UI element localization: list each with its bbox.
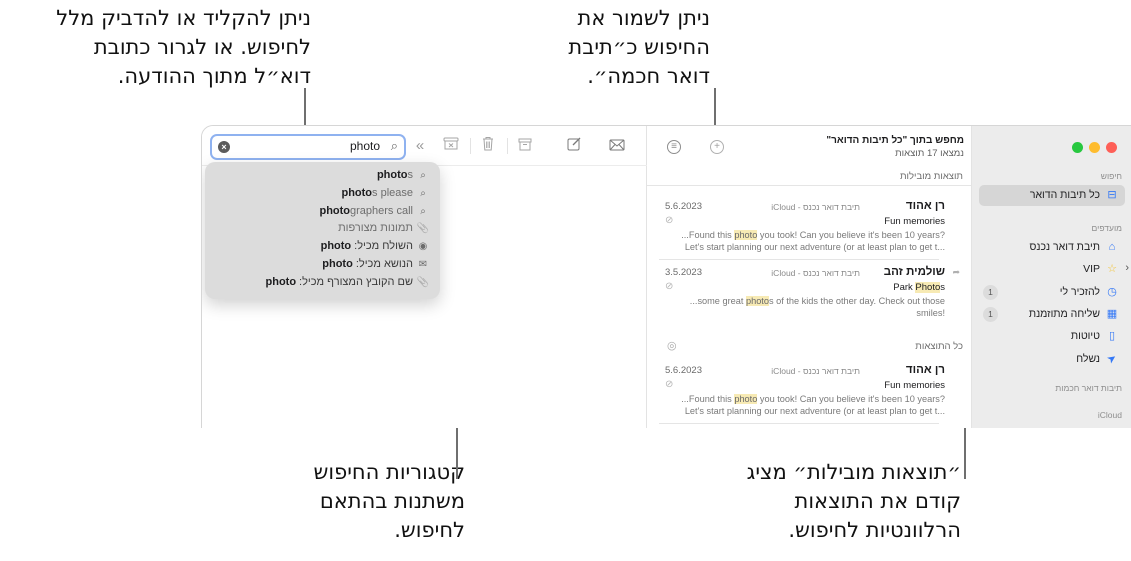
minimize-button[interactable]: [1089, 142, 1100, 153]
attachment-icon: ⊘: [665, 281, 674, 292]
suggestion-item[interactable]: ◉ השולח מכיל: photo: [205, 238, 440, 256]
callout-search-field: ניתן להקליד או להדביק מלל לחיפוש. או לגר…: [56, 6, 311, 88]
sidebar-item-star[interactable]: ☆ VIP ‹: [979, 259, 1129, 280]
count-badge: 1: [983, 306, 998, 322]
archive-icon[interactable]: [517, 136, 533, 156]
chevron-icon[interactable]: ‹: [1125, 262, 1129, 274]
filter-icon[interactable]: ≡: [667, 140, 681, 154]
message-sender: רן אהוד: [905, 364, 945, 376]
results-title: מחפש בתוך "כל תיבות הדואר": [826, 135, 964, 146]
envelope-icon[interactable]: [608, 136, 626, 156]
search-icon: ⌕: [420, 205, 426, 217]
message-sender: רן אהוד: [905, 200, 945, 212]
message-sender: שולמית זהב: [883, 266, 945, 278]
zoom-button[interactable]: [1072, 142, 1083, 153]
callout-save-smart-mailbox: ניתן לשמור את החיפוש כ״תיבת דואר חכמה״.: [568, 6, 710, 88]
sidebar-section-favorites: מועדפים: [1091, 223, 1122, 233]
message-preview: ...Found this photo you took! Can you be…: [681, 230, 945, 252]
collapse-sidebar-icon[interactable]: «: [412, 136, 428, 156]
compose-icon[interactable]: [566, 136, 582, 156]
divider: [647, 185, 971, 186]
divider: [659, 423, 939, 424]
results-count: נמצאו 17 תוצאות: [895, 148, 964, 159]
sidebar-item-calendar[interactable]: ▦ שליחה מתוזמנת 1: [979, 304, 1125, 325]
attachment-icon: ⊘: [665, 379, 674, 390]
junk-icon[interactable]: [442, 136, 460, 156]
message-date: 3.5.2023: [665, 267, 702, 278]
message-row[interactable]: רן אהוד תיבת דואר נכנס - iCloud 5.6.2023…: [665, 364, 945, 420]
callout-categories: קטגוריות החיפוש משתנות בהתאם לחיפוש.: [313, 460, 466, 542]
suggestion-item[interactable]: ⌕ photos please: [205, 185, 440, 203]
tray-icon: ⊟: [1107, 189, 1117, 201]
inbox-icon: ⌂: [1108, 241, 1116, 253]
divider: [659, 259, 939, 260]
count-badge: 1: [983, 284, 998, 300]
message-preview: ...Found this photo you took! Can you be…: [681, 394, 945, 416]
attachment-icon: ⊘: [665, 215, 674, 226]
paperclip-icon: 📎: [416, 223, 430, 235]
message-row[interactable]: רן אהוד תיבת דואר נכנס - iCloud 5.6.2023…: [665, 200, 945, 256]
message-date: 5.6.2023: [665, 365, 702, 376]
message-mailbox: תיבת דואר נכנס - iCloud: [771, 366, 860, 376]
suggestion-item[interactable]: ⌕ photographers call: [205, 203, 440, 221]
message-subject: Fun memories: [884, 216, 945, 227]
thread-icon: ◎: [667, 340, 677, 352]
sidebar-section-smart-mailboxes: תיבות דואר חכמות: [1055, 383, 1122, 393]
suggestion-item[interactable]: ⌕ photos: [205, 167, 440, 185]
clock-icon: ◷: [1107, 285, 1117, 298]
sidebar: חיפוש ⊟ כל תיבות הדואר מועדפים ⌂ תיבת דוא…: [972, 126, 1131, 428]
toolbar-separator: [470, 138, 471, 154]
clear-search-icon[interactable]: ×: [218, 141, 230, 153]
sidebar-item-paperplane[interactable]: ➤ נשלח: [979, 349, 1125, 370]
trash-icon[interactable]: [480, 136, 496, 156]
add-smart-mailbox-icon[interactable]: +: [710, 140, 724, 154]
sidebar-section-search: חיפוש: [1100, 171, 1122, 181]
search-icon: ⌕: [420, 170, 426, 181]
magnifier-icon: ⌕: [390, 138, 398, 153]
mail-window: × photo ⌕ « ⌕ photos ⌕ photos please ⌕ p…: [201, 125, 1131, 428]
document-icon: ▯: [1108, 330, 1116, 343]
paperplane-icon: ➤: [1104, 350, 1120, 367]
message-subject: Park Photos: [893, 282, 945, 293]
sidebar-item-clock[interactable]: ◷ להזכיר לי 1: [979, 282, 1125, 303]
paperclip-icon: 📎: [416, 276, 430, 288]
message-preview: ...some great photos of the kids the oth…: [689, 296, 945, 318]
callout-top-hits: ״תוצאות מובילות״ מציג קודם את התוצאות הר…: [746, 460, 961, 542]
all-results-label: כל התוצאות: [915, 341, 963, 352]
search-results-pane: מחפש בתוך "כל תיבות הדואר" נמצאו 17 תוצא…: [647, 126, 972, 428]
sidebar-section-icloud: iCloud: [1097, 410, 1122, 420]
search-suggestions: ⌕ photos ⌕ photos please ⌕ photographers call…: [205, 162, 440, 299]
message-subject: Fun memories: [884, 380, 945, 391]
replied-icon: ➦: [952, 267, 960, 277]
message-mailbox: תיבת דואר נכנס - iCloud: [771, 202, 860, 212]
envelope-icon: ✉: [418, 258, 428, 270]
message-list-pane: × photo ⌕ « ⌕ photos ⌕ photos please ⌕ p…: [202, 126, 647, 428]
search-field[interactable]: × photo ⌕: [210, 134, 406, 160]
calendar-icon: ▦: [1106, 307, 1118, 320]
sidebar-item-document[interactable]: ▯ טיוטות: [979, 326, 1125, 347]
toolbar-separator: [507, 138, 508, 154]
close-button[interactable]: [1106, 142, 1117, 153]
results-header: מחפש בתוך "כל תיבות הדואר" נמצאו 17 תוצא…: [647, 126, 972, 166]
sidebar-item-all-mailboxes[interactable]: ⊟ כל תיבות הדואר: [979, 185, 1125, 206]
star-icon: ☆: [1107, 263, 1117, 276]
message-row[interactable]: ➦ שולמית זהב תיבת דואר נכנס - iCloud 3.5…: [665, 266, 960, 322]
suggestion-item[interactable]: ✉ הנושא מכיל: photo: [205, 256, 440, 274]
search-icon: ⌕: [420, 187, 426, 199]
suggestion-item[interactable]: 📎 תמונות מצורפות: [205, 220, 440, 238]
toolbar: × photo ⌕ «: [202, 126, 647, 166]
sidebar-item-inbox[interactable]: ⌂ תיבת דואר נכנס: [979, 237, 1125, 258]
person-circle-icon: ◉: [418, 241, 428, 253]
message-mailbox: תיבת דואר נכנס - iCloud: [771, 268, 860, 278]
message-date: 5.6.2023: [665, 201, 702, 212]
top-hits-label: תוצאות מובילות: [899, 171, 963, 182]
suggestion-item[interactable]: 📎 שם הקובץ המצורף מכיל: photo: [205, 274, 440, 292]
search-query[interactable]: photo: [350, 139, 380, 153]
